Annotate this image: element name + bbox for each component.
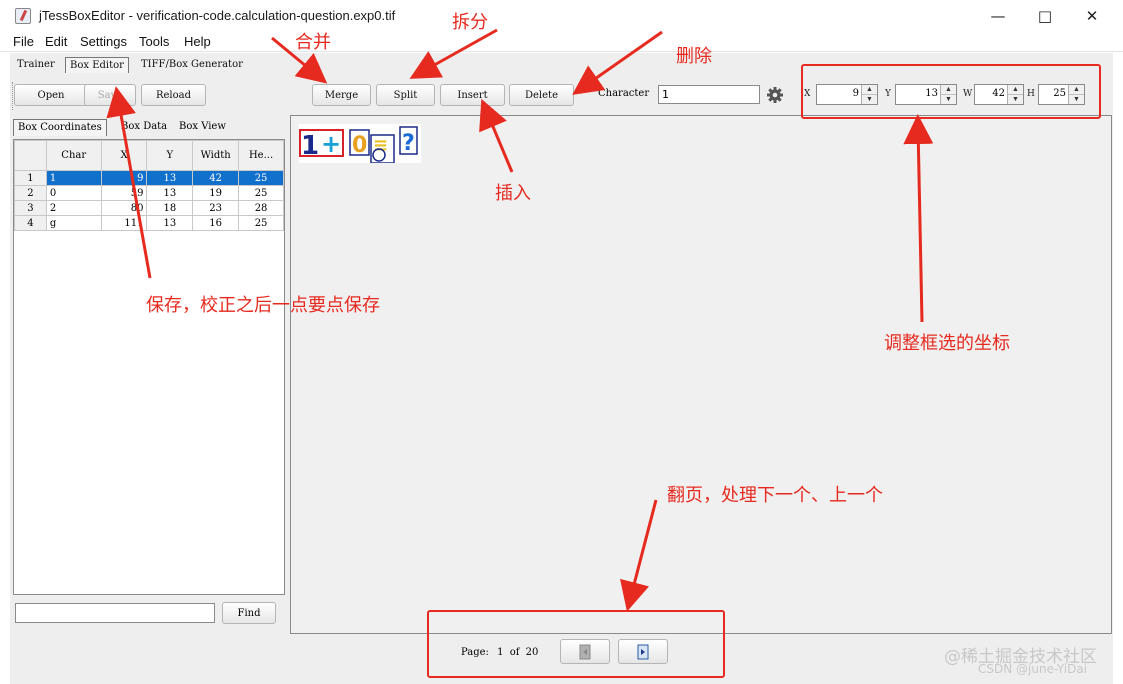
box-table[interactable]: Char X Y Width He... 1 1 9 13 42 25 2 0 <box>13 139 285 595</box>
paging-highlight-box <box>427 610 725 678</box>
save-annotation: 保存，校正之后一点要点保存 <box>146 295 380 316</box>
maximize-button[interactable]: □ <box>1022 0 1068 32</box>
menu-help[interactable]: Help <box>184 34 211 49</box>
cell-x[interactable]: 111 <box>100 215 148 231</box>
split-button[interactable]: Split <box>376 84 435 106</box>
insert-button[interactable]: Insert <box>440 84 505 106</box>
save-button[interactable]: Save <box>84 84 136 106</box>
app-icon <box>15 8 31 24</box>
cell-char[interactable]: g <box>45 215 102 231</box>
character-label: Character <box>598 88 650 99</box>
row-number: 3 <box>14 200 47 216</box>
box-coordinates-panel: Box Coordinates Box Data Box View Char X… <box>13 115 287 635</box>
coords-highlight-box <box>801 64 1101 119</box>
menu-settings[interactable]: Settings <box>80 34 127 49</box>
cell-height[interactable]: 25 <box>238 185 284 201</box>
menu-file[interactable]: File <box>13 34 34 49</box>
menu-bar: File Edit Settings Tools Help <box>0 32 1123 52</box>
row-number: 2 <box>14 185 47 201</box>
menu-edit[interactable]: Edit <box>45 34 67 49</box>
cell-width[interactable]: 42 <box>192 170 240 186</box>
split-annotation: 拆分 <box>452 12 488 33</box>
svg-text:0: 0 <box>352 133 367 158</box>
tab-box-coordinates[interactable]: Box Coordinates <box>13 119 107 136</box>
cell-y[interactable]: 13 <box>146 215 194 231</box>
table-header-row: Char X Y Width He... <box>14 140 284 171</box>
coords-annotation: 调整框选的坐标 <box>884 333 1010 354</box>
cell-x[interactable]: 9 <box>100 170 148 186</box>
minimize-button[interactable]: — <box>975 0 1021 32</box>
column-header-height[interactable]: He... <box>238 140 284 171</box>
svg-text:?: ? <box>402 131 415 156</box>
row-number: 4 <box>14 215 47 231</box>
cell-x[interactable]: 80 <box>100 200 148 216</box>
find-button[interactable]: Find <box>222 602 276 624</box>
paging-annotation: 翻页，处理下一个、上一个 <box>667 485 883 506</box>
tab-box-data[interactable]: Box Data <box>117 119 171 136</box>
watermark-csdn: CSDN @june-YiDai <box>978 662 1088 676</box>
table-row[interactable]: 1 1 9 13 42 25 <box>14 170 284 186</box>
cell-y[interactable]: 13 <box>146 170 194 186</box>
menu-tools[interactable]: Tools <box>139 34 169 49</box>
svg-text:1: 1 <box>301 131 319 161</box>
merge-button[interactable]: Merge <box>312 84 371 106</box>
cell-y[interactable]: 13 <box>146 185 194 201</box>
insert-annotation: 插入 <box>495 183 531 204</box>
table-row[interactable]: 3 2 80 18 23 28 <box>14 200 284 216</box>
reload-button[interactable]: Reload <box>141 84 206 106</box>
close-button[interactable]: ✕ <box>1069 0 1115 32</box>
cell-char[interactable]: 1 <box>45 170 102 186</box>
gear-icon[interactable] <box>766 86 784 104</box>
column-header-x[interactable]: X <box>100 140 148 171</box>
delete-button[interactable]: Delete <box>509 84 574 106</box>
svg-text:≡: ≡ <box>373 135 388 156</box>
delete-annotation: 删除 <box>676 46 712 67</box>
column-header-char[interactable]: Char <box>45 140 102 171</box>
column-header-y[interactable]: Y <box>146 140 194 171</box>
character-input[interactable]: 1 <box>658 85 760 104</box>
cell-height[interactable]: 25 <box>238 170 284 186</box>
captcha-image[interactable]: 1 + 0 ≡ ? <box>299 124 421 163</box>
cell-height[interactable]: 28 <box>238 200 284 216</box>
title-bar: jTessBoxEditor - verification-code.calcu… <box>0 0 1123 32</box>
tab-trainer[interactable]: Trainer <box>13 57 59 73</box>
merge-annotation: 合并 <box>295 32 331 53</box>
table-row[interactable]: 2 0 59 13 19 25 <box>14 185 284 201</box>
cell-height[interactable]: 25 <box>238 215 284 231</box>
cell-y[interactable]: 18 <box>146 200 194 216</box>
column-header-rownum[interactable] <box>14 140 47 171</box>
cell-width[interactable]: 19 <box>192 185 240 201</box>
row-number: 1 <box>14 170 47 186</box>
svg-text:+: + <box>321 130 341 158</box>
tab-box-view[interactable]: Box View <box>175 119 230 136</box>
column-header-width[interactable]: Width <box>192 140 240 171</box>
image-view-pane[interactable]: 1 + 0 ≡ ? <box>290 115 1112 634</box>
table-row[interactable]: 4 g 111 13 16 25 <box>14 215 284 231</box>
cell-x[interactable]: 59 <box>100 185 148 201</box>
cell-width[interactable]: 16 <box>192 215 240 231</box>
cell-char[interactable]: 0 <box>45 185 102 201</box>
window-title: jTessBoxEditor - verification-code.calcu… <box>39 8 396 23</box>
open-button[interactable]: Open <box>14 84 88 106</box>
tab-box-editor[interactable]: Box Editor <box>65 57 129 73</box>
cell-char[interactable]: 2 <box>45 200 102 216</box>
cell-width[interactable]: 23 <box>192 200 240 216</box>
main-content: Trainer Box Editor TIFF/Box Generator Op… <box>10 53 1113 684</box>
tab-tiff-box-generator[interactable]: TIFF/Box Generator <box>137 57 247 73</box>
find-input[interactable] <box>15 603 215 623</box>
